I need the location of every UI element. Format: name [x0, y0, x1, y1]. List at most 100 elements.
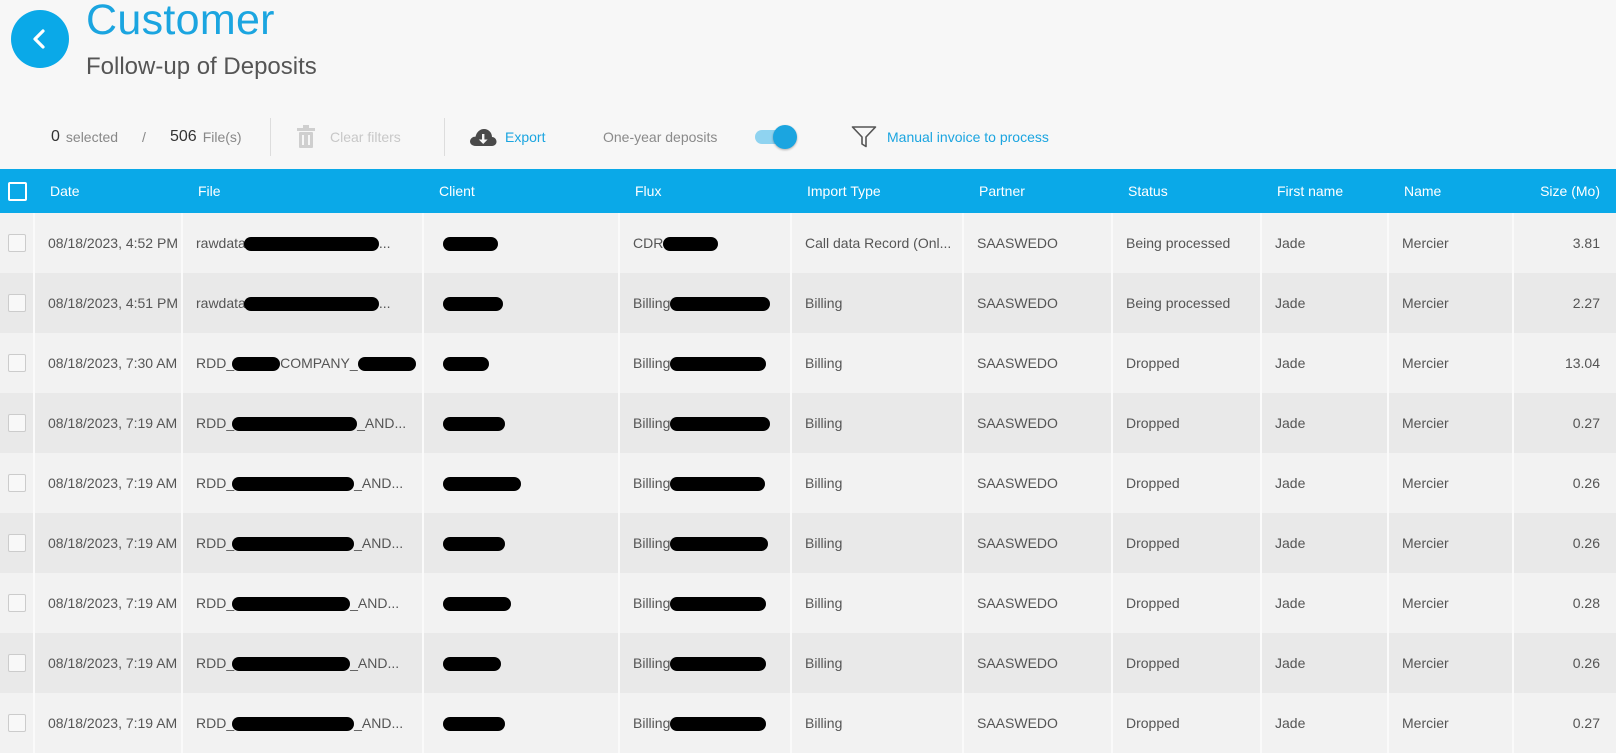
redacted-block	[443, 297, 503, 312]
one-year-deposits-toggle[interactable]	[755, 125, 797, 149]
column-header-import-type[interactable]: Import Type	[791, 169, 963, 213]
toolbar: 0 selected / 506 File(s) Clear filters E…	[0, 112, 1616, 162]
row-checkbox[interactable]	[7, 594, 26, 613]
file-prefix: RDD_	[196, 534, 235, 551]
flux-prefix: Billing	[633, 714, 671, 731]
file-count-number: 506	[170, 128, 197, 145]
cell-status: Dropped	[1112, 513, 1262, 573]
cell-status: Dropped	[1112, 333, 1262, 393]
cell-client	[423, 633, 620, 693]
select-all-checkbox[interactable]	[7, 181, 27, 201]
table-row[interactable]: 08/18/2023, 4:51 PM rawdata... Billing Bill…	[0, 273, 1616, 333]
column-header-partner[interactable]: Partner	[963, 169, 1112, 213]
cell-partner: SAASWEDO	[963, 453, 1113, 513]
export-button[interactable]: Export	[469, 112, 545, 162]
flux-prefix: Billing	[633, 354, 671, 371]
redacted-block	[663, 237, 719, 252]
column-header-name[interactable]: Name	[1388, 169, 1513, 213]
redacted-block	[232, 477, 355, 492]
back-button[interactable]	[11, 10, 69, 68]
cell-status: Dropped	[1112, 453, 1262, 513]
column-header-date[interactable]: Date	[34, 169, 182, 213]
cell-first-name: Jade	[1261, 693, 1389, 753]
redacted-block	[443, 477, 521, 492]
redacted-block	[243, 237, 379, 252]
row-checkbox[interactable]	[7, 234, 26, 253]
file-prefix: RDD_	[196, 354, 235, 371]
cell-flux: Billing	[619, 393, 792, 453]
cell-status: Dropped	[1112, 393, 1262, 453]
file-suffix: _AND...	[357, 414, 407, 431]
column-header-size[interactable]: Size (Mo)	[1513, 169, 1616, 213]
table-row[interactable]: 08/18/2023, 7:19 AM RDD_ _AND... Billing Bil…	[0, 453, 1616, 513]
file-prefix: rawdata	[196, 294, 246, 311]
cell-name: Mercier	[1388, 333, 1514, 393]
row-checkbox[interactable]	[7, 534, 26, 553]
filter-icon	[851, 126, 877, 148]
table-row[interactable]: 08/18/2023, 7:19 AM RDD_ _AND... Billing Bil…	[0, 573, 1616, 633]
table-row[interactable]: 08/18/2023, 7:19 AM RDD_ _AND... Billing Bil…	[0, 393, 1616, 453]
row-checkbox[interactable]	[7, 714, 26, 733]
cell-client	[423, 513, 620, 573]
cell-file: RDD_ _AND...	[182, 513, 424, 573]
cell-file: rawdata...	[182, 273, 424, 333]
row-select-cell	[0, 273, 35, 333]
column-header-first-name[interactable]: First name	[1261, 169, 1388, 213]
cell-client	[423, 693, 620, 753]
row-select-cell	[0, 393, 35, 453]
clear-filters-button[interactable]: Clear filters	[296, 112, 401, 162]
row-checkbox[interactable]	[7, 474, 26, 493]
table-row[interactable]: 08/18/2023, 7:19 AM RDD_ _AND... Billing Bil…	[0, 693, 1616, 753]
redacted-block	[670, 657, 767, 672]
table-row[interactable]: 08/18/2023, 4:52 PM rawdata... CDR Call dat…	[0, 213, 1616, 273]
flux-prefix: Billing	[633, 534, 671, 551]
table-row[interactable]: 08/18/2023, 7:19 AM RDD_ _AND... Billing Bil…	[0, 513, 1616, 573]
column-header-client[interactable]: Client	[423, 169, 619, 213]
cell-import-type: Billing	[791, 693, 964, 753]
cell-first-name: Jade	[1261, 633, 1389, 693]
file-prefix: rawdata	[196, 234, 246, 251]
flux-prefix: CDR	[633, 234, 664, 251]
cell-status: Dropped	[1112, 633, 1262, 693]
cell-import-type: Billing	[791, 333, 964, 393]
row-checkbox[interactable]	[7, 354, 26, 373]
cell-partner: SAASWEDO	[963, 273, 1113, 333]
table-row[interactable]: 08/18/2023, 7:19 AM RDD_ _AND... Billing Bil…	[0, 633, 1616, 693]
file-suffix: _AND...	[350, 594, 400, 611]
cell-size: 0.26	[1572, 535, 1600, 551]
cell-import-type: Billing	[791, 633, 964, 693]
redacted-block	[232, 597, 351, 612]
cell-name: Mercier	[1388, 393, 1514, 453]
cell-status: Being processed	[1112, 273, 1262, 333]
count-separator: /	[142, 129, 146, 145]
cell-size: 0.28	[1572, 595, 1600, 611]
row-checkbox[interactable]	[7, 654, 26, 673]
cell-client	[423, 273, 620, 333]
cell-size: 13.04	[1564, 355, 1600, 371]
flux-prefix: Billing	[633, 474, 671, 491]
cell-flux: Billing	[619, 453, 792, 513]
divider	[444, 118, 445, 156]
cell-status: Dropped	[1112, 693, 1262, 753]
manual-invoice-button[interactable]: Manual invoice to process	[851, 112, 1049, 162]
page-header: Customer Follow-up of Deposits	[0, 0, 1616, 100]
row-checkbox[interactable]	[7, 294, 26, 313]
cell-date: 08/18/2023, 7:19 AM	[34, 693, 183, 753]
redacted-block	[670, 597, 767, 612]
divider	[270, 118, 271, 156]
column-header-flux[interactable]: Flux	[619, 169, 791, 213]
cell-date: 08/18/2023, 7:19 AM	[34, 633, 183, 693]
table-row[interactable]: 08/18/2023, 7:30 AM RDD_ COMPANY_ Billing Bi…	[0, 333, 1616, 393]
column-header-file[interactable]: File	[182, 169, 423, 213]
row-select-cell	[0, 573, 35, 633]
cell-partner: SAASWEDO	[963, 393, 1113, 453]
cell-flux: Billing	[619, 513, 792, 573]
cell-size: 3.81	[1572, 235, 1600, 251]
cell-partner: SAASWEDO	[963, 213, 1113, 273]
row-checkbox[interactable]	[7, 414, 26, 433]
redacted-block	[670, 357, 767, 372]
cell-date: 08/18/2023, 7:19 AM	[34, 573, 183, 633]
flux-prefix: Billing	[633, 294, 671, 311]
cell-flux: Billing	[619, 693, 792, 753]
column-header-status[interactable]: Status	[1112, 169, 1261, 213]
